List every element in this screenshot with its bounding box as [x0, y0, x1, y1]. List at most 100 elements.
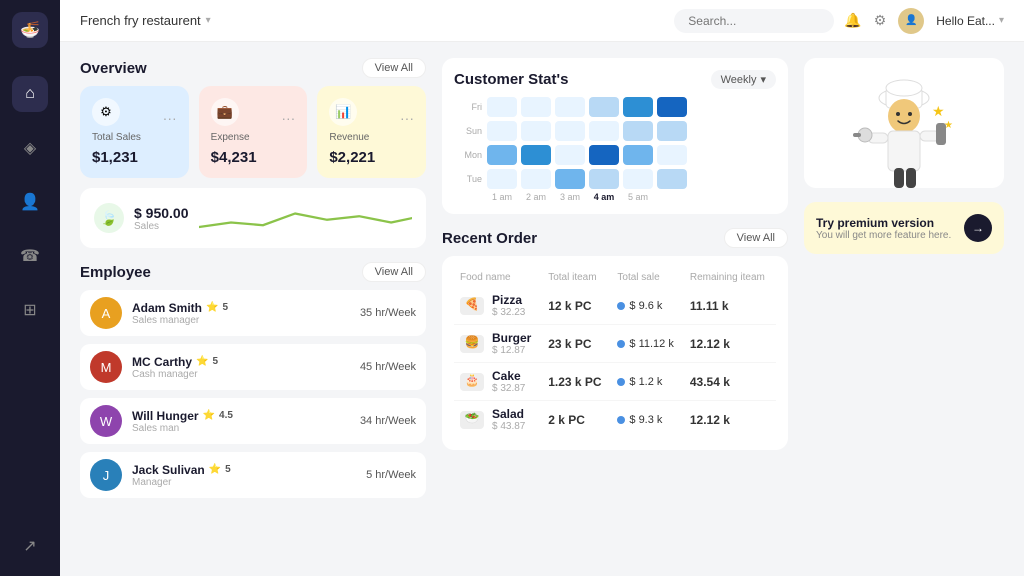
emp-stars: ⭐ [203, 410, 215, 421]
food-name-cell: 🎂 Cake $ 32.87 [454, 363, 542, 401]
employee-view-all[interactable]: View All [362, 262, 426, 282]
sidebar-item-export[interactable]: ↗ [12, 528, 48, 564]
food-name: Pizza [492, 293, 525, 307]
premium-button[interactable]: → [964, 214, 992, 242]
gear-icon[interactable]: ⚙ [874, 12, 887, 29]
total-sale-cell: $ 9.3 k [611, 401, 683, 439]
sidebar-item-grid[interactable]: ⊞ [12, 292, 48, 328]
revenue-value: $2,221 [329, 149, 414, 166]
revenue-card: 📊 ··· Revenue $2,221 [317, 86, 426, 178]
time-label: 1 am [487, 192, 517, 202]
total-sale-cell: $ 9.6 k [611, 287, 683, 325]
table-header: Food name Total iteam Total sale Remaini… [454, 268, 776, 287]
emp-stars: ⭐ [209, 464, 221, 475]
avatar: A [90, 297, 122, 329]
heatmap-cells [487, 97, 687, 117]
emp-name: MC Carthy ⭐ 5 [132, 355, 350, 369]
heatmap: Fri Sun [454, 97, 776, 189]
sale-dot [617, 302, 625, 310]
hcell [555, 169, 585, 189]
table-row: 🎂 Cake $ 32.87 1.23 k PC [454, 363, 776, 401]
right-column: Customer Stat's Weekly ▾ Fri [442, 58, 788, 560]
hcell [487, 145, 517, 165]
sales-sparkline [199, 200, 413, 236]
sidebar-item-nav[interactable]: ◈ [12, 130, 48, 166]
employee-header: Employee View All [80, 262, 426, 282]
bell-icon[interactable]: 🔔 [844, 12, 861, 29]
heatmap-times: 1 am 2 am 3 am 4 am 5 am [454, 192, 776, 202]
svg-text:★: ★ [932, 103, 945, 119]
food-icon: 🥗 [460, 411, 484, 429]
total-items-cell: 23 k PC [542, 325, 611, 363]
heatmap-cells [487, 169, 687, 189]
weekly-filter[interactable]: Weekly ▾ [711, 70, 776, 89]
heatmap-label: Fri [454, 102, 482, 112]
food-details: Cake $ 32.87 [492, 369, 525, 394]
overview-header: Overview View All [80, 58, 426, 78]
customer-stats-section: Customer Stat's Weekly ▾ Fri [442, 58, 788, 214]
recent-order-table: Food name Total iteam Total sale Remaini… [442, 256, 788, 450]
time-label: 2 am [521, 192, 551, 202]
table-row: 🍔 Burger $ 12.87 23 k PC [454, 325, 776, 363]
remaining-cell: 12.12 k [684, 401, 776, 439]
food-price: $ 43.87 [492, 421, 525, 432]
chef-card: ★ ★ [804, 58, 1004, 188]
hcell [589, 169, 619, 189]
hcell [521, 169, 551, 189]
main-content: French fry restaurent ▾ 🔔 ⚙ 👤 Hello Eat.… [60, 0, 1024, 576]
table-row: 🍕 Pizza $ 32.23 12 k PC [454, 287, 776, 325]
food-name: Burger [492, 331, 531, 345]
employee-title: Employee [80, 264, 151, 281]
food-name: Salad [492, 407, 525, 421]
hcell [487, 97, 517, 117]
order-table-element: Food name Total iteam Total sale Remaini… [454, 268, 776, 438]
expense-menu[interactable]: ··· [281, 110, 295, 126]
hcell [657, 169, 687, 189]
total-items-cell: 12 k PC [542, 287, 611, 325]
user-chevron-icon[interactable]: ▾ [999, 15, 1004, 26]
col-total-items: Total iteam [542, 268, 611, 287]
hcell [623, 97, 653, 117]
heatmap-cells [487, 145, 687, 165]
food-icon: 🍔 [460, 335, 484, 353]
heatmap-label: Tue [454, 174, 482, 184]
customer-stats-title: Customer Stat's [454, 71, 568, 88]
customer-stats-card: Customer Stat's Weekly ▾ Fri [442, 58, 788, 214]
overview-view-all[interactable]: View All [362, 58, 426, 78]
total-sale: $ 9.6 k [617, 300, 677, 312]
chevron-down-icon[interactable]: ▾ [206, 15, 211, 26]
list-item: W Will Hunger ⭐ 4.5 Sales man 34 hr/Week [80, 398, 426, 444]
recent-order-view-all[interactable]: View All [724, 228, 788, 248]
search-input[interactable] [674, 9, 834, 33]
expense-label: Expense [211, 132, 296, 143]
avatar: J [90, 459, 122, 491]
total-sales-menu[interactable]: ··· [163, 110, 177, 126]
total-sale-cell: $ 11.12 k [611, 325, 683, 363]
remaining-cell: 11.11 k [684, 287, 776, 325]
sidebar-item-users[interactable]: 👤 [12, 184, 48, 220]
heatmap-row: Fri [454, 97, 776, 117]
sidebar-item-chat[interactable]: ☎ [12, 238, 48, 274]
hcell [623, 145, 653, 165]
heatmap-row: Tue [454, 169, 776, 189]
revenue-menu[interactable]: ··· [400, 110, 414, 126]
premium-text: Try premium version You will get more fe… [816, 216, 954, 241]
sidebar-item-home[interactable]: ⌂ [12, 76, 48, 112]
total-sales-card: ⚙ ··· Total Sales $1,231 [80, 86, 189, 178]
food-cell: 🍔 Burger $ 12.87 [460, 331, 536, 356]
heatmap-label: Mon [454, 150, 482, 160]
hcell [623, 121, 653, 141]
food-price: $ 32.23 [492, 307, 525, 318]
expense-value: $4,231 [211, 149, 296, 166]
hcell [555, 145, 585, 165]
emp-hours: 45 hr/Week [360, 361, 416, 373]
filter-chevron-icon: ▾ [760, 73, 766, 86]
left-column: Overview View All ⚙ ··· Total Sales $1,2… [80, 58, 426, 560]
content-area: Overview View All ⚙ ··· Total Sales $1,2… [60, 42, 1024, 576]
premium-title: Try premium version [816, 216, 954, 230]
food-cell: 🥗 Salad $ 43.87 [460, 407, 536, 432]
hcell [589, 97, 619, 117]
employee-list: A Adam Smith ⭐ 5 Sales manager 35 hr/Wee… [80, 290, 426, 498]
hcell [657, 97, 687, 117]
sidebar-logo: 🍜 [12, 12, 48, 48]
